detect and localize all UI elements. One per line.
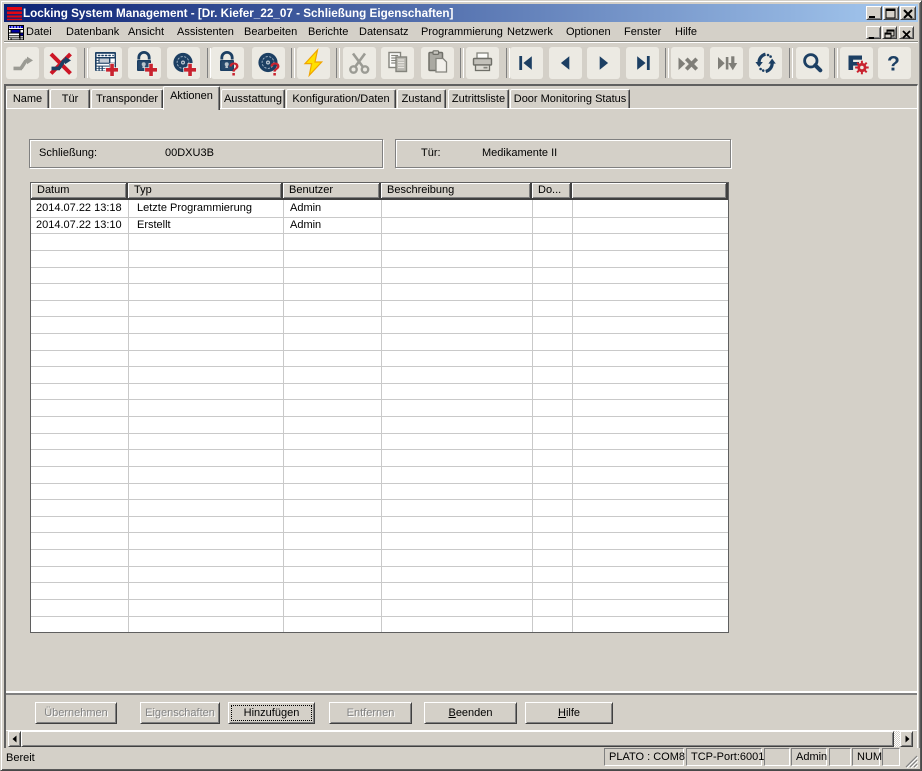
svg-text:?: ? xyxy=(270,60,281,80)
svg-text:?: ? xyxy=(229,60,240,80)
svg-text:?: ? xyxy=(887,53,900,76)
